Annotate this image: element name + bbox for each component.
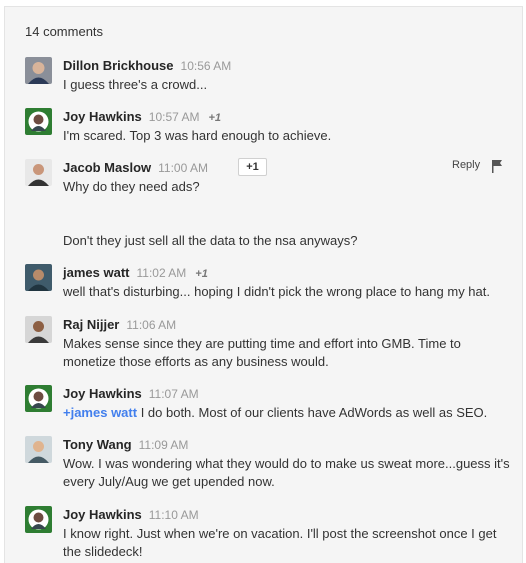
comment-header: Joy Hawkins 11:07 AM [63, 385, 199, 401]
person-avatar-icon [25, 57, 52, 84]
plus-one-count: +1 [195, 268, 208, 280]
author-name[interactable]: james watt [63, 265, 129, 280]
plus-one-button[interactable]: +1 [238, 158, 267, 176]
comment-header: Dillon Brickhouse 10:56 AM [63, 57, 231, 73]
comment-text: Makes sense since they are putting time … [63, 336, 461, 369]
comment-text: Wow. I was wondering what they would do … [63, 456, 510, 489]
plus-one-count: +1 [208, 112, 222, 124]
author-name[interactable]: Jacob Maslow [63, 160, 151, 175]
avatar[interactable] [25, 108, 52, 135]
person-avatar-icon [25, 506, 52, 533]
comment-header: Joy Hawkins 11:10 AM [63, 506, 199, 522]
flag-icon[interactable] [491, 159, 503, 173]
comment-text: I know right. Just when we're on vacatio… [63, 526, 497, 559]
comment-count: 14 comments [25, 24, 104, 39]
timestamp[interactable]: 11:10 AM [149, 508, 199, 522]
reply-button[interactable]: Reply [452, 159, 480, 171]
comment-text-rest: I do both. Most of our clients have AdWo… [137, 405, 488, 420]
person-avatar-icon [25, 159, 52, 186]
comment-header: Jacob Maslow 11:00 AM [63, 159, 208, 175]
timestamp[interactable]: 11:02 AM [136, 266, 186, 280]
author-name[interactable]: Tony Wang [63, 437, 132, 452]
avatar[interactable] [25, 264, 52, 291]
timestamp[interactable]: 11:07 AM [149, 387, 199, 401]
timestamp[interactable]: 10:56 AM [181, 59, 232, 73]
author-name[interactable]: Raj Nijjer [63, 317, 119, 332]
comment-text: +james watt I do both. Most of our clien… [63, 404, 513, 422]
avatar[interactable] [25, 385, 52, 412]
avatar[interactable] [25, 57, 52, 84]
avatar[interactable] [25, 159, 52, 186]
person-avatar-icon [25, 108, 52, 135]
comment-text-line-2: Don't they just sell all the data to the… [63, 233, 358, 248]
timestamp[interactable]: 11:09 AM [139, 438, 189, 452]
comment-text: Why do they need ads? [63, 179, 200, 194]
person-avatar-icon [25, 436, 52, 463]
person-avatar-icon [25, 385, 52, 412]
author-name[interactable]: Joy Hawkins [63, 386, 142, 401]
avatar[interactable] [25, 316, 52, 343]
comment-text: well that's disturbing... hoping I didn'… [63, 284, 490, 299]
author-name[interactable]: Dillon Brickhouse [63, 58, 174, 73]
avatar[interactable] [25, 436, 52, 463]
comment-header: james watt 11:02 AM +1 [63, 264, 208, 280]
timestamp[interactable]: 10:57 AM [149, 110, 200, 124]
mention-link[interactable]: +james watt [63, 405, 137, 420]
avatar[interactable] [25, 506, 52, 533]
timestamp[interactable]: 11:06 AM [126, 318, 176, 332]
timestamp[interactable]: 11:00 AM [158, 161, 208, 175]
comments-panel: 14 comments Dillon Brickhouse 10:56 AM I … [4, 6, 523, 563]
comment-text: I'm scared. Top 3 was hard enough to ach… [63, 128, 332, 143]
author-name[interactable]: Joy Hawkins [63, 507, 142, 522]
author-name[interactable]: Joy Hawkins [63, 109, 142, 124]
person-avatar-icon [25, 264, 52, 291]
comment-header: Joy Hawkins 10:57 AM +1 [63, 108, 221, 124]
comment-text: I guess three's a crowd... [63, 77, 208, 92]
person-avatar-icon [25, 316, 52, 343]
comment-header: Raj Nijjer 11:06 AM [63, 316, 176, 332]
comment-header: Tony Wang 11:09 AM [63, 436, 188, 452]
